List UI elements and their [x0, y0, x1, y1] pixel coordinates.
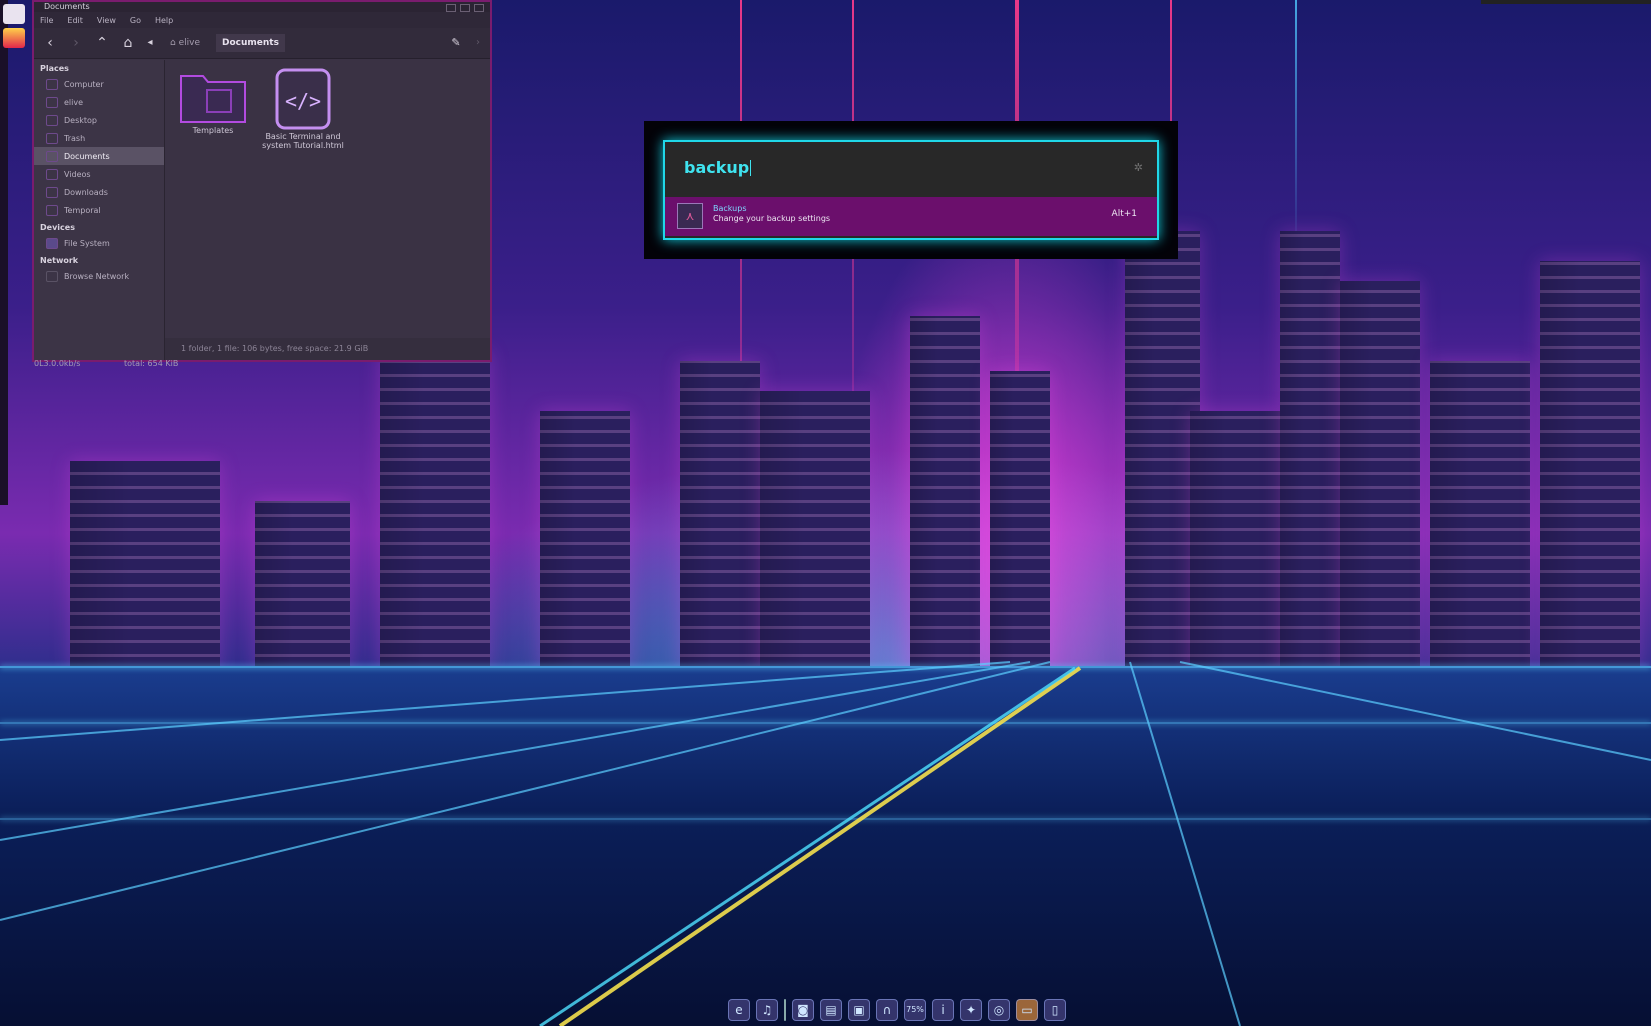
sidebar-item-label: Videos [64, 169, 91, 179]
sidebar-item-label: elive [64, 97, 84, 107]
breadcrumb-documents[interactable]: Documents [215, 34, 285, 52]
file-item-tutorial[interactable]: </> Basic Terminal and system Tutorial.h… [261, 68, 345, 150]
sidebar-item-trash[interactable]: Trash [34, 129, 164, 147]
tools-icon[interactable]: ✦ [960, 999, 982, 1021]
terminal-icon[interactable] [3, 4, 25, 24]
menu-help[interactable]: Help [155, 16, 173, 25]
desktop-folder-icon [46, 114, 58, 126]
breadcrumb-left-icon[interactable]: ◂ [146, 35, 154, 51]
photo-icon[interactable]: ▣ [848, 999, 870, 1021]
bottom-dock: e ♫ ◙ ▤ ▣ ∩ 75% i ✦ ◎ ▭ ▯ [728, 997, 1090, 1023]
network-speed-label: 0L3.0.0kb/s [34, 359, 81, 368]
browser-icon[interactable]: e [728, 999, 750, 1021]
documents-folder-icon [46, 150, 58, 162]
sidebar-item-label: Temporal [64, 205, 101, 215]
drive-icon [46, 237, 58, 249]
gear-icon[interactable]: ✲ [1134, 161, 1143, 174]
music-icon[interactable]: ♫ [756, 999, 778, 1021]
sidebar-item-videos[interactable]: Videos [34, 165, 164, 183]
battery-icon[interactable]: 75% [904, 999, 926, 1021]
sidebar-item-elive[interactable]: elive [34, 93, 164, 111]
menu-edit[interactable]: Edit [67, 16, 83, 25]
network-heading: Network [40, 256, 79, 265]
sidebar: Places Computer elive Desktop Trash Docu… [34, 60, 165, 360]
folder-icon [46, 204, 58, 216]
headphones-icon[interactable]: ∩ [876, 999, 898, 1021]
places-heading: Places [40, 64, 69, 73]
window-title: Documents [44, 2, 90, 11]
network-icon [46, 270, 58, 282]
file-name: Basic Terminal and system Tutorial.html [262, 132, 344, 150]
back-arrow-icon[interactable]: ‹ [42, 35, 58, 51]
network-icon[interactable]: ◎ [988, 999, 1010, 1021]
result-description: Change your backup settings [713, 214, 831, 223]
result-name: Backups [713, 204, 747, 213]
file-view: Templates </> Basic Terminal and system … [165, 60, 490, 338]
menu-go[interactable]: Go [130, 16, 141, 25]
code-file-icon: </> [275, 68, 331, 130]
sidebar-item-label: Browse Network [64, 271, 130, 281]
sidebar-item-label: File System [64, 238, 110, 248]
sidebar-item-downloads[interactable]: Downloads [34, 183, 164, 201]
trash-icon[interactable]: ▯ [1044, 999, 1066, 1021]
file-name: Templates [192, 126, 234, 135]
sidebar-item-label: Downloads [64, 187, 108, 197]
sidebar-item-file-system[interactable]: File System [34, 234, 164, 252]
dock-separator [784, 999, 786, 1021]
home-icon[interactable]: ⌂ [120, 35, 136, 51]
window-titlebar[interactable]: Documents [34, 2, 490, 12]
battery-label: 75% [906, 1005, 924, 1014]
left-dock [0, 0, 25, 505]
sidebar-item-documents[interactable]: Documents [34, 147, 164, 165]
sidebar-item-computer[interactable]: Computer [34, 75, 164, 93]
launcher-frame: backup ✲ ⋏ Backups Change your backup se… [663, 140, 1159, 240]
network-total-label: total: 654 KiB [124, 359, 179, 368]
home-icon [46, 96, 58, 108]
sidebar-item-browse-network[interactable]: Browse Network [34, 267, 164, 285]
folder-icon[interactable]: ▭ [1016, 999, 1038, 1021]
menu-file[interactable]: File [40, 16, 53, 25]
toolbar: ‹ › ⌃ ⌂ ◂ ⌂ elive Documents ✎ › [34, 28, 490, 59]
file-manager-window: Documents File Edit View Go Help ‹ › ⌃ ⌂… [32, 0, 492, 362]
edit-location-icon[interactable]: ✎ [448, 35, 464, 51]
svg-text:</>: </> [285, 89, 321, 113]
sidebar-item-label: Computer [64, 79, 104, 89]
status-bar: 1 folder, 1 file: 106 bytes, free space:… [165, 338, 490, 360]
result-item-backups[interactable]: ⋏ Backups Change your backup settings Al… [665, 197, 1157, 236]
backup-app-icon: ⋏ [677, 203, 703, 229]
sidebar-item-desktop[interactable]: Desktop [34, 111, 164, 129]
file-item-templates[interactable]: Templates [171, 68, 255, 135]
result-shortcut: Alt+1 [1111, 209, 1137, 219]
videos-folder-icon [46, 168, 58, 180]
app-launcher: backup ✲ ⋏ Backups Change your backup se… [644, 121, 1178, 259]
trash-icon [46, 132, 58, 144]
search-query: backup [684, 158, 750, 177]
breadcrumb-right-icon[interactable]: › [470, 35, 486, 51]
top-panel-edge [1481, 0, 1651, 4]
search-input[interactable]: backup [684, 158, 752, 177]
devices-heading: Devices [40, 223, 75, 232]
breadcrumb-elive-label: elive [178, 38, 200, 48]
breadcrumb-elive[interactable]: ⌂ elive [164, 34, 206, 52]
flame-icon[interactable] [3, 28, 25, 48]
info-icon[interactable]: i [932, 999, 954, 1021]
sidebar-item-label: Desktop [64, 115, 97, 125]
folder-icon [180, 75, 246, 123]
computer-icon [46, 78, 58, 90]
downloads-folder-icon [46, 186, 58, 198]
sidebar-item-temporal[interactable]: Temporal [34, 201, 164, 219]
text-caret [750, 160, 752, 176]
menu-bar: File Edit View Go Help [34, 12, 490, 28]
forward-arrow-icon[interactable]: › [68, 35, 84, 51]
clipboard-icon[interactable]: ▤ [820, 999, 842, 1021]
camera-icon[interactable]: ◙ [792, 999, 814, 1021]
minimize-button[interactable] [446, 4, 456, 12]
sidebar-item-label: Trash [64, 133, 86, 143]
close-button[interactable] [474, 4, 484, 12]
maximize-button[interactable] [460, 4, 470, 12]
sidebar-item-label: Documents [64, 151, 110, 161]
up-arrow-icon[interactable]: ⌃ [94, 35, 110, 51]
menu-view[interactable]: View [97, 16, 116, 25]
